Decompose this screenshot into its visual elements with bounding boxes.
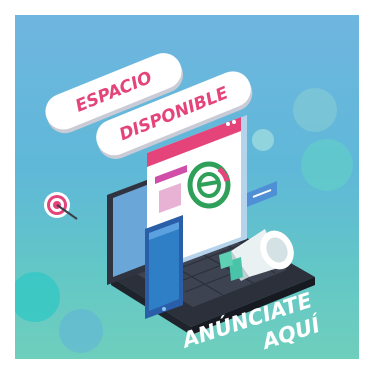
bubble-bottom-left — [15, 272, 60, 322]
smartphone-icon — [145, 215, 183, 319]
window-dot — [232, 120, 236, 124]
bubble-large — [293, 88, 337, 132]
window-dot — [226, 122, 230, 126]
ad-illustration: ESPACIO DISPONIBLE ANÚNCIATE AQUÍ — [15, 53, 353, 355]
chat-badge — [247, 181, 277, 207]
bubble-small — [252, 129, 274, 151]
bubble-right — [301, 139, 353, 191]
target-icon — [44, 192, 78, 220]
ad-banner: ESPACIO DISPONIBLE ANÚNCIATE AQUÍ — [15, 15, 359, 359]
bubble-bottom — [59, 309, 103, 353]
phone-home-button — [162, 307, 166, 311]
